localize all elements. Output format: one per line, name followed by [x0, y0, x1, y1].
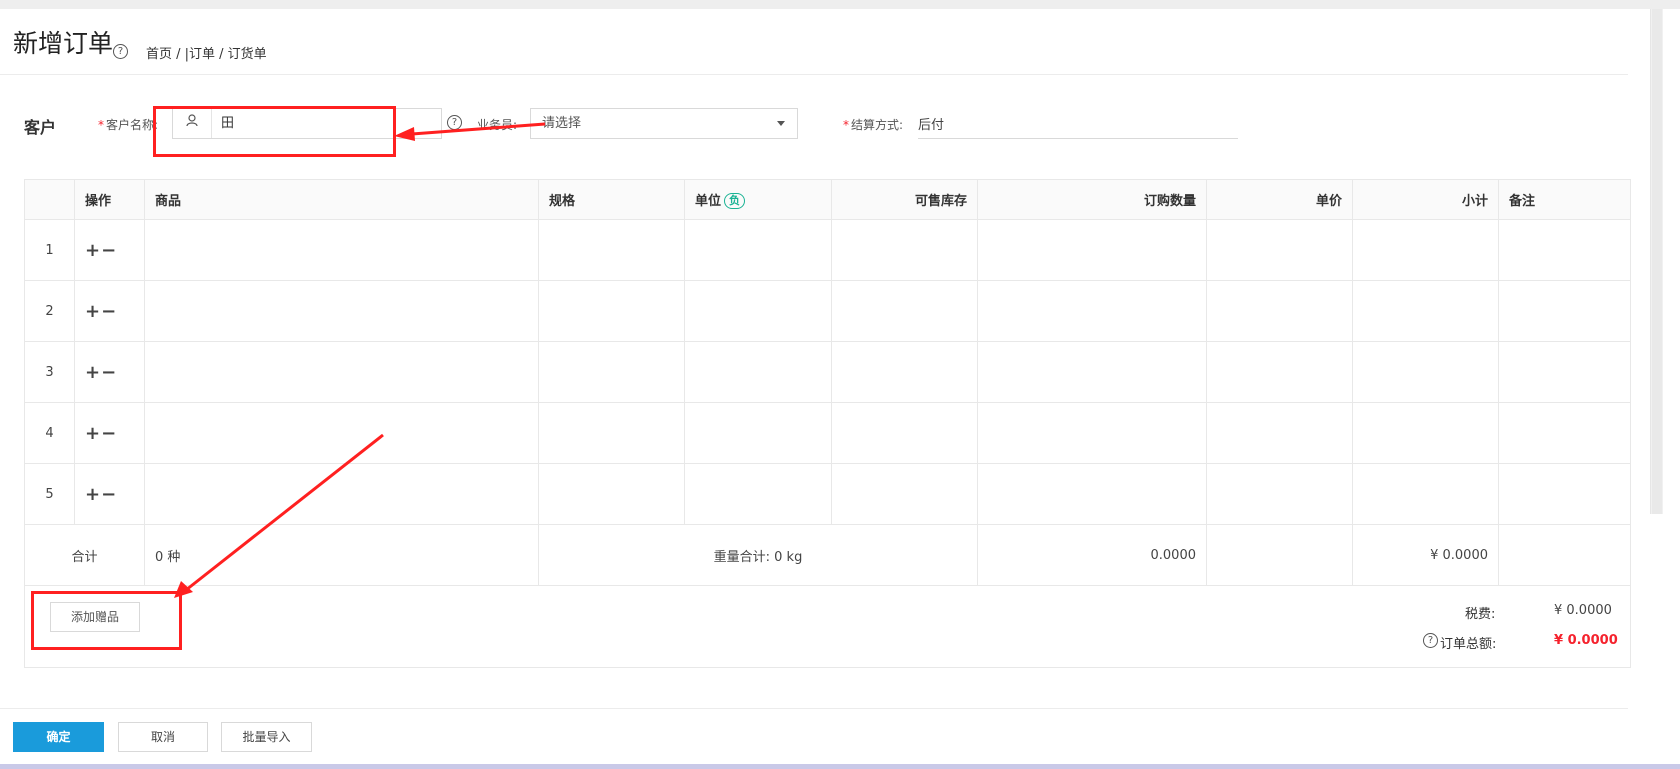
annotation-arrows	[174, 122, 546, 598]
annotation-arrow-line	[411, 122, 546, 136]
annotation-arrow-head	[394, 127, 415, 141]
annotation-arrow-line	[185, 433, 384, 592]
annotation-arrow-head	[174, 581, 193, 598]
